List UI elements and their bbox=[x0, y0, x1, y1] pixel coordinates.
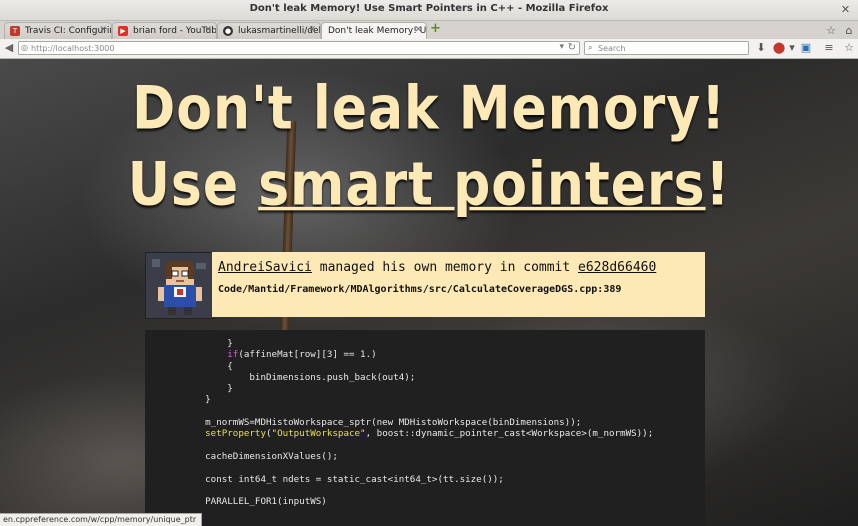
pixel-avatar-icon bbox=[146, 253, 213, 318]
back-icon[interactable]: ◀ bbox=[2, 41, 16, 55]
commit-info-box: AndreiSavici managed his own memory in c… bbox=[212, 252, 705, 317]
extension-icon[interactable]: ▣ bbox=[799, 41, 813, 55]
avatar[interactable] bbox=[145, 252, 214, 319]
navigation-bar: ◀ ◎ http://localhost:3000 ▾ ↻ ⌕ Search ⬇… bbox=[0, 39, 858, 59]
url-text: http://localhost:3000 bbox=[31, 44, 115, 53]
page-viewport: Don't leak Memory! Use smart pointers! A… bbox=[0, 59, 858, 526]
youtube-favicon-icon: ▶ bbox=[118, 26, 128, 36]
download-icon[interactable]: ⬇ bbox=[754, 41, 768, 55]
headline-prefix: Use bbox=[127, 150, 259, 220]
adblock-icon[interactable]: ⬤ bbox=[772, 41, 786, 55]
search-placeholder: Search bbox=[598, 44, 626, 53]
tab-travis[interactable]: T Travis CI: Configuring... ✕ bbox=[4, 22, 112, 39]
addon-dropdown-icon[interactable]: ▾ bbox=[785, 41, 799, 55]
window-title: Don't leak Memory! Use Smart Pointers in… bbox=[249, 3, 609, 14]
author-link[interactable]: AndreiSavici bbox=[218, 260, 312, 275]
smart-pointers-link[interactable]: smart pointers bbox=[258, 151, 705, 220]
github-favicon-icon: ● bbox=[223, 26, 233, 36]
status-bar: en.cppreference.com/w/cpp/memory/unique_… bbox=[0, 513, 203, 526]
commit-hash-link[interactable]: e628d66460 bbox=[578, 260, 656, 275]
code-snippet: } if(affineMat[row][3] == 1.) { binDimen… bbox=[145, 330, 705, 526]
home-icon[interactable]: ⌂ bbox=[842, 24, 856, 38]
bookmarks-star-icon[interactable]: ☆ bbox=[824, 24, 838, 38]
commit-summary: AndreiSavici managed his own memory in c… bbox=[218, 260, 699, 275]
travis-favicon-icon: T bbox=[10, 26, 20, 36]
bookmarks-star-icon[interactable]: ☆ bbox=[842, 41, 856, 55]
tab-label: Don't leak Memory! Use ... bbox=[328, 26, 427, 36]
commit-file-path: Code/Mantid/Framework/MDAlgorithms/src/C… bbox=[218, 284, 622, 295]
tab-youtube[interactable]: ▶ brian ford - YouTube ✕ bbox=[112, 22, 217, 39]
tab-strip: T Travis CI: Configuring... ✕ ▶ brian fo… bbox=[0, 21, 858, 39]
globe-icon: ◎ bbox=[21, 43, 28, 52]
url-bar[interactable]: ◎ http://localhost:3000 ▾ ↻ bbox=[18, 41, 580, 55]
window-titlebar: Don't leak Memory! Use Smart Pointers in… bbox=[0, 0, 858, 21]
headline-line2: Use smart pointers! bbox=[0, 151, 858, 220]
dropdown-arrow-icon[interactable]: ▾ bbox=[559, 42, 564, 52]
commit-middle-text: managed his own memory in commit bbox=[311, 260, 579, 275]
tab-close-icon[interactable]: ✕ bbox=[204, 25, 212, 35]
tab-close-icon[interactable]: ✕ bbox=[99, 25, 107, 35]
search-icon: ⌕ bbox=[588, 43, 593, 52]
menu-icon[interactable]: ≡ bbox=[822, 41, 836, 55]
tab-github[interactable]: ● lukasmartinelli/delptr ✕ bbox=[217, 22, 321, 39]
search-input[interactable]: ⌕ Search bbox=[584, 41, 749, 55]
tab-close-icon[interactable]: ✕ bbox=[308, 25, 316, 35]
headline-suffix: ! bbox=[705, 150, 731, 220]
tab-close-icon[interactable]: ✕ bbox=[414, 25, 422, 35]
new-tab-icon[interactable]: + bbox=[430, 22, 442, 35]
tab-active-page[interactable]: Don't leak Memory! Use ... ✕ bbox=[321, 22, 427, 39]
headline-line1: Don't leak Memory! bbox=[132, 74, 726, 144]
reload-icon[interactable]: ↻ bbox=[568, 42, 576, 53]
close-window-icon[interactable]: ✕ bbox=[839, 3, 852, 16]
